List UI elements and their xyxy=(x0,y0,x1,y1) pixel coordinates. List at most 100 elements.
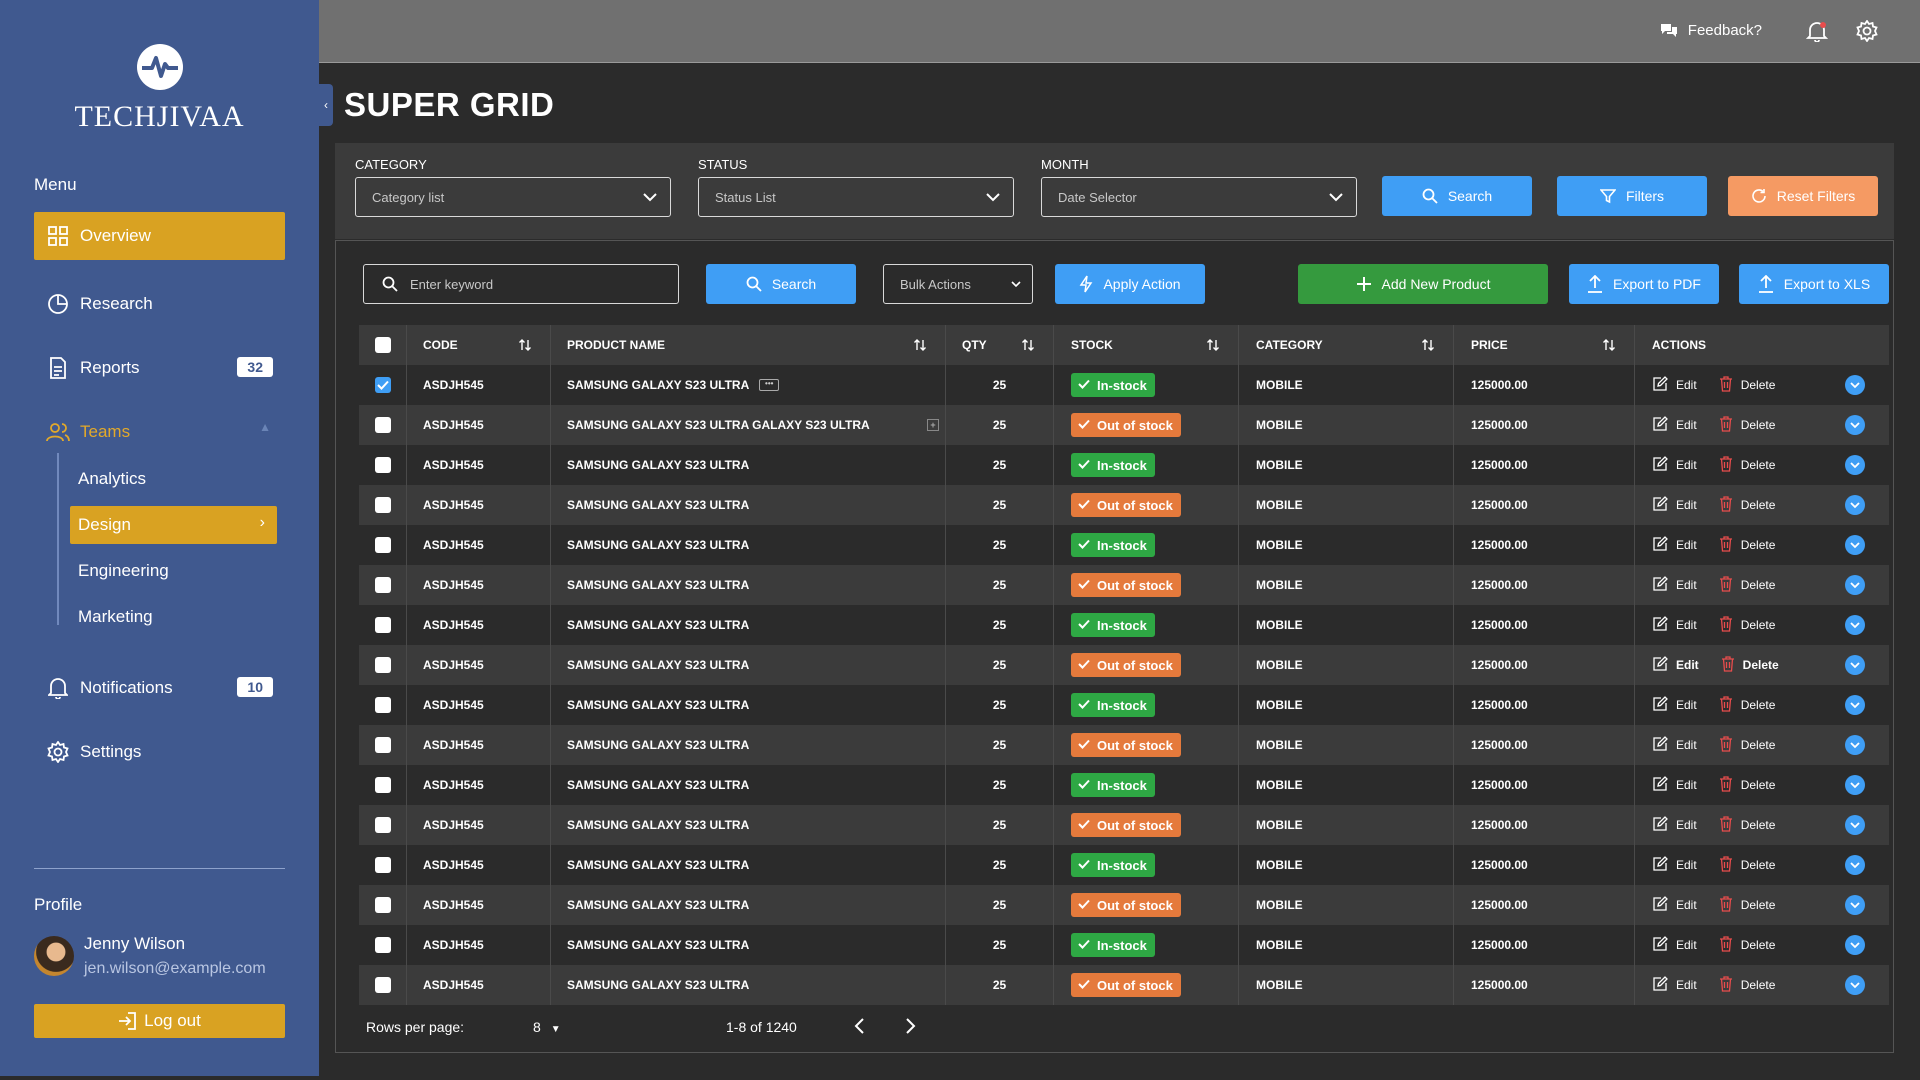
row-checkbox[interactable] xyxy=(374,977,391,993)
row-checkbox[interactable] xyxy=(374,617,391,633)
stock-status-badge[interactable]: Out of stock xyxy=(1071,493,1181,517)
edit-button[interactable]: Edit xyxy=(1652,735,1697,755)
row-checkbox[interactable] xyxy=(374,497,391,513)
edit-button[interactable]: Edit xyxy=(1652,895,1697,915)
row-checkbox[interactable] xyxy=(374,417,391,433)
row-expand-button[interactable] xyxy=(1845,655,1865,675)
row-expand-button[interactable] xyxy=(1845,415,1865,435)
next-page-button[interactable] xyxy=(903,1017,917,1038)
delete-button[interactable]: Delete xyxy=(1721,655,1779,675)
select-all-checkbox[interactable] xyxy=(374,337,391,353)
row-expand-button[interactable] xyxy=(1845,375,1865,395)
delete-button[interactable]: Delete xyxy=(1719,695,1775,715)
sort-icon[interactable] xyxy=(1602,338,1616,355)
column-header-stock[interactable]: STOCK xyxy=(1054,325,1239,365)
row-expand-button[interactable] xyxy=(1845,735,1865,755)
edit-button[interactable]: Edit xyxy=(1652,455,1697,475)
table-row[interactable]: ASDJH545 SAMSUNG GALAXY S23 ULTRA 25 Out of… xyxy=(359,725,1889,765)
row-expand-button[interactable] xyxy=(1845,455,1865,475)
column-header-code[interactable]: CODE xyxy=(407,325,551,365)
row-expand-button[interactable] xyxy=(1845,615,1865,635)
column-header-category[interactable]: CATEGORY xyxy=(1239,325,1454,365)
delete-button[interactable]: Delete xyxy=(1719,415,1775,435)
sidebar-subitem-analytics[interactable]: Analytics xyxy=(70,460,277,498)
edit-button[interactable]: Edit xyxy=(1652,535,1697,555)
row-checkbox[interactable] xyxy=(374,377,391,393)
category-select[interactable]: Category list xyxy=(355,177,671,217)
chevron-up-icon[interactable]: ▲ xyxy=(259,420,271,434)
sort-icon[interactable] xyxy=(1206,338,1220,355)
row-checkbox[interactable] xyxy=(374,857,391,873)
stock-status-badge[interactable]: In-stock xyxy=(1071,933,1155,957)
stock-status-badge[interactable]: In-stock xyxy=(1071,533,1155,557)
delete-button[interactable]: Delete xyxy=(1719,895,1775,915)
stock-status-badge[interactable]: Out of stock xyxy=(1071,973,1181,997)
edit-button[interactable]: Edit xyxy=(1652,575,1697,595)
row-checkbox[interactable] xyxy=(374,777,391,793)
feedback-link[interactable]: Feedback? xyxy=(1660,22,1762,39)
stock-status-badge[interactable]: In-stock xyxy=(1071,373,1155,397)
avatar[interactable] xyxy=(34,936,74,976)
row-checkbox[interactable] xyxy=(374,897,391,913)
stock-status-badge[interactable]: In-stock xyxy=(1071,453,1155,477)
table-row[interactable]: ASDJH545 SAMSUNG GALAXY S23 ULTRA GALAXY … xyxy=(359,405,1889,445)
row-expand-button[interactable] xyxy=(1845,495,1865,515)
stock-status-badge[interactable]: Out of stock xyxy=(1071,893,1181,917)
stock-status-badge[interactable]: In-stock xyxy=(1071,693,1155,717)
edit-button[interactable]: Edit xyxy=(1652,375,1697,395)
sidebar-item-reports[interactable]: Reports 32 xyxy=(34,344,285,392)
row-checkbox[interactable] xyxy=(374,937,391,953)
sidebar-subitem-design[interactable]: Design › xyxy=(70,506,277,544)
settings-gear-icon[interactable] xyxy=(1856,19,1878,47)
row-expand-button[interactable] xyxy=(1845,775,1865,795)
delete-button[interactable]: Delete xyxy=(1719,935,1775,955)
sidebar-subitem-engineering[interactable]: Engineering xyxy=(70,552,277,590)
row-checkbox[interactable] xyxy=(374,737,391,753)
stock-status-badge[interactable]: In-stock xyxy=(1071,853,1155,877)
more-options-icon[interactable]: ••• xyxy=(759,379,780,391)
sort-icon[interactable] xyxy=(1421,338,1435,355)
delete-button[interactable]: Delete xyxy=(1719,815,1775,835)
delete-button[interactable]: Delete xyxy=(1719,575,1775,595)
apply-action-button[interactable]: Apply Action xyxy=(1055,264,1205,304)
table-row[interactable]: ASDJH545 SAMSUNG GALAXY S23 ULTRA ••• 25 In-… xyxy=(359,365,1889,405)
table-row[interactable]: ASDJH545 SAMSUNG GALAXY S23 ULTRA 25 Out of… xyxy=(359,565,1889,605)
keyword-search-box[interactable] xyxy=(363,264,679,304)
stock-status-badge[interactable]: Out of stock xyxy=(1071,573,1181,597)
row-expand-button[interactable] xyxy=(1845,935,1865,955)
sort-icon[interactable] xyxy=(518,338,532,355)
export-pdf-button[interactable]: Export to PDF xyxy=(1569,264,1719,304)
row-expand-button[interactable] xyxy=(1845,975,1865,995)
edit-button[interactable]: Edit xyxy=(1652,935,1697,955)
table-row[interactable]: ASDJH545 SAMSUNG GALAXY S23 ULTRA 25 Out of… xyxy=(359,805,1889,845)
stock-status-badge[interactable]: Out of stock xyxy=(1071,733,1181,757)
table-row[interactable]: ASDJH545 SAMSUNG GALAXY S23 ULTRA 25 In-sto… xyxy=(359,845,1889,885)
keyword-search-input[interactable] xyxy=(410,276,650,292)
table-row[interactable]: ASDJH545 SAMSUNG GALAXY S23 ULTRA 25 In-sto… xyxy=(359,525,1889,565)
delete-button[interactable]: Delete xyxy=(1719,855,1775,875)
table-row[interactable]: ASDJH545 SAMSUNG GALAXY S23 ULTRA 25 In-sto… xyxy=(359,925,1889,965)
row-expand-button[interactable] xyxy=(1845,535,1865,555)
edit-button[interactable]: Edit xyxy=(1652,695,1697,715)
sidebar-subitem-marketing[interactable]: Marketing xyxy=(70,598,277,636)
edit-button[interactable]: Edit xyxy=(1652,615,1697,635)
delete-button[interactable]: Delete xyxy=(1719,735,1775,755)
delete-button[interactable]: Delete xyxy=(1719,975,1775,995)
stock-status-badge[interactable]: Out of stock xyxy=(1071,653,1181,677)
export-xls-button[interactable]: Export to XLS xyxy=(1739,264,1889,304)
previous-page-button[interactable] xyxy=(853,1017,867,1038)
sidebar-item-teams[interactable]: Teams ▲ xyxy=(34,408,285,456)
column-header-qty[interactable]: QTY xyxy=(946,325,1054,365)
row-expand-button[interactable] xyxy=(1845,695,1865,715)
edit-button[interactable]: Edit xyxy=(1652,775,1697,795)
column-header-price[interactable]: PRICE xyxy=(1454,325,1635,365)
sidebar-collapse-toggle[interactable]: ‹ xyxy=(319,84,333,126)
keyword-search-button[interactable]: Search xyxy=(706,264,856,304)
edit-button[interactable]: Edit xyxy=(1652,975,1697,995)
table-row[interactable]: ASDJH545 SAMSUNG GALAXY S23 ULTRA 25 Out of… xyxy=(359,645,1889,685)
month-date-selector[interactable]: Date Selector xyxy=(1041,177,1357,217)
row-expand-button[interactable] xyxy=(1845,575,1865,595)
edit-button[interactable]: Edit xyxy=(1652,815,1697,835)
notification-bell-icon[interactable] xyxy=(1805,20,1829,47)
row-expand-button[interactable] xyxy=(1845,855,1865,875)
